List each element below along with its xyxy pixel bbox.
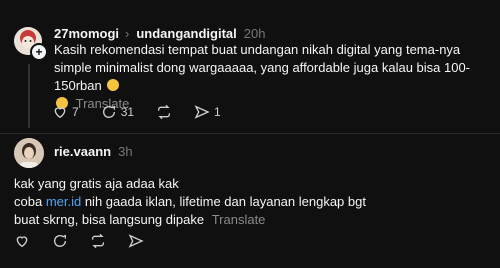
timestamp: 3h [118,144,133,159]
heart-icon [54,107,66,119]
thread-line [28,64,30,128]
thread-name[interactable]: undangandigital [136,26,236,41]
post-text: Kasih rekomendasi tempat buat undangan n… [54,41,494,113]
like-button[interactable] [14,233,30,249]
translate-link[interactable]: Translate [212,212,266,227]
post-line-1: kak yang gratis aja adaa kak [14,176,179,191]
share-icon [128,234,144,248]
username[interactable]: rie.vaann [54,144,111,159]
share-count: 1 [214,105,221,119]
heart-icon [16,236,28,248]
comment-icon [54,234,66,247]
timestamp: 20h [243,26,266,41]
repost-icon [158,104,171,120]
post-line-2-prefix: coba [14,194,46,209]
mer-id-link[interactable]: mer.id [46,194,81,209]
share-button[interactable]: 1 [194,104,221,120]
repost-button[interactable] [90,233,106,249]
reply-button[interactable]: 31 [101,104,134,120]
share-button[interactable] [128,233,144,249]
reply-count: 31 [120,105,135,119]
post-line-2-suffix: nih gaada iklan, lifetime dan layanan le… [81,194,366,209]
repost-icon [92,233,104,249]
reply-button[interactable] [52,233,68,249]
thinking-emoji-icon [107,79,120,91]
repost-button[interactable] [156,104,172,120]
chevron-right-icon: › [125,26,130,41]
post-original: + 27momogi › undangandigital 20h Kasih r… [0,0,500,134]
username[interactable]: 27momogi [54,26,119,41]
like-count: 7 [72,105,79,119]
like-button[interactable]: 7 [52,104,79,120]
post-reply: rie.vaann 3h kak yang gratis aja adaa ka… [0,134,500,268]
follow-plus-icon[interactable]: + [30,43,48,61]
comment-icon [102,105,115,118]
post-header: rie.vaann 3h [54,144,133,159]
post-line-3: buat skrng, bisa langsung dipake [14,212,205,227]
share-icon [194,105,210,119]
action-bar: 7 31 1 [52,104,243,120]
avatar[interactable] [14,138,44,168]
action-bar [14,233,166,249]
post-header: 27momogi › undangandigital 20h [54,26,265,41]
post-text: kak yang gratis aja adaa kak coba mer.id… [14,175,484,229]
